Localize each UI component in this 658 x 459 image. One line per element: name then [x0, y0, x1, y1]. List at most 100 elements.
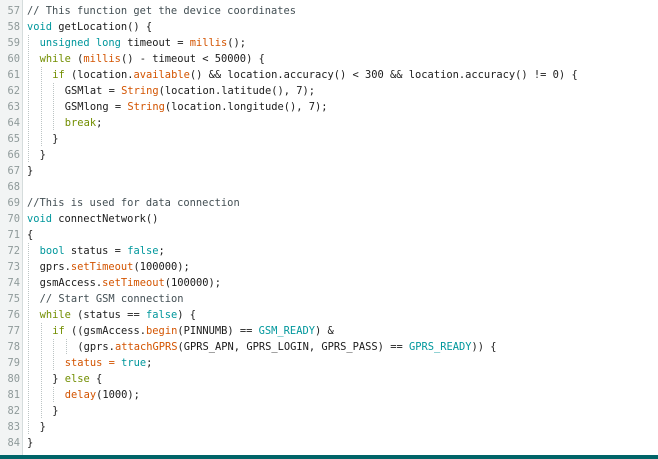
code-line[interactable]: 84} — [0, 435, 658, 451]
code-line[interactable]: 66} — [0, 147, 658, 163]
code-line[interactable]: 65} — [0, 131, 658, 147]
indent-guide — [40, 67, 42, 83]
code-line[interactable]: 78 (gprs.attachGPRS(GPRS_APN, GPRS_LOGIN,… — [0, 339, 658, 355]
code-text: } — [52, 131, 58, 147]
indent-guide — [28, 371, 29, 387]
code-line[interactable]: 82} — [0, 403, 658, 419]
line-number: 81 — [7, 389, 20, 401]
code-line[interactable]: 73 gprs.setTimeout(100000); — [0, 259, 658, 275]
code-line[interactable]: 67} — [0, 163, 658, 179]
code-text: gsmAccess.setTimeout(100000); — [40, 275, 221, 291]
code-text: } else { — [52, 371, 102, 387]
code-token: )) { — [471, 341, 497, 353]
code-token: break — [64, 117, 97, 129]
code-area[interactable]: 57 // This function get the device coordi… — [0, 3, 658, 451]
line-number: 61 — [7, 69, 20, 81]
indent-guide — [53, 115, 55, 131]
line-number: 75 — [7, 293, 20, 305]
code-line[interactable]: 81 delay(1000); — [0, 387, 658, 403]
indent-guide — [40, 115, 42, 131]
line-number: 80 — [7, 373, 20, 385]
code-token: } — [27, 437, 34, 449]
code-line[interactable]: 83} — [0, 419, 658, 435]
indent-guide — [53, 355, 55, 371]
code-line[interactable]: 64 break; — [0, 115, 658, 131]
code-line[interactable]: 74 gsmAccess.setTimeout(100000); — [0, 275, 658, 291]
code-line[interactable]: 77 if ((gsmAccess.begin(PINNUMB) == GSM_R… — [0, 323, 658, 339]
code-token: attachGPRS — [114, 341, 178, 353]
code-text: } — [40, 147, 46, 163]
line-number: 60 — [7, 53, 20, 65]
code-text: void getLocation() { — [27, 19, 152, 35]
code-line[interactable]: 69 //This is used for data connection — [0, 195, 658, 211]
code-token: ; — [158, 245, 165, 257]
code-token: true — [121, 357, 147, 369]
code-line[interactable]: 70 void connectNetwork() — [0, 211, 658, 227]
code-token: { — [27, 229, 34, 241]
indent-guide — [40, 131, 42, 147]
indent-guide — [28, 275, 29, 291]
code-line[interactable]: 76 while (status == false) { — [0, 307, 658, 323]
code-line[interactable]: 60 while (millis() - timeout < 50000) { — [0, 51, 658, 67]
line-number: 69 — [7, 197, 20, 209]
line-number: 65 — [7, 133, 20, 145]
indent-guide — [28, 147, 29, 163]
code-token: (1000); — [96, 389, 140, 401]
code-line[interactable]: 63 GSMlong = String(location.longitude(),… — [0, 99, 658, 115]
code-token: { — [95, 373, 103, 385]
indent-guide — [28, 131, 29, 147]
line-number: 84 — [7, 437, 20, 449]
line-number: 77 — [7, 325, 20, 337]
indent-guide — [40, 323, 42, 339]
code-line[interactable]: 80 } else { — [0, 371, 658, 387]
code-text: (gprs.attachGPRS(GPRS_APN, GPRS_LOGIN, G… — [77, 339, 496, 355]
code-text: status = true; — [65, 355, 153, 371]
code-token: status = — [64, 357, 122, 369]
code-token: false — [145, 309, 178, 321]
code-line[interactable]: 79 status = true; — [0, 355, 658, 371]
code-text: void connectNetwork() — [27, 211, 158, 227]
code-token: timeout = — [127, 37, 190, 49]
code-text: { — [27, 227, 33, 243]
code-token: millis — [189, 37, 228, 49]
line-number: 82 — [7, 405, 20, 417]
line-number: 79 — [7, 357, 20, 369]
code-line[interactable]: 68 — [0, 179, 658, 195]
code-token: } — [52, 373, 65, 385]
code-text: } — [52, 403, 58, 419]
code-line[interactable]: 61 if (location.available() && location.a… — [0, 67, 658, 83]
line-number: 64 — [7, 117, 20, 129]
code-token: if — [52, 325, 71, 337]
code-token: (status == — [77, 309, 146, 321]
code-line[interactable]: 58 void getLocation() { — [0, 19, 658, 35]
code-token: available — [133, 69, 190, 81]
code-editor[interactable]: 57 // This function get the device coordi… — [0, 0, 658, 459]
code-token: //This is used for data connection — [27, 197, 240, 209]
code-line[interactable]: 72 bool status = false; — [0, 243, 658, 259]
indent-guide — [28, 339, 29, 355]
line-number: 78 — [7, 341, 20, 353]
code-token: while — [39, 53, 78, 65]
indent-guide — [28, 403, 29, 419]
code-line[interactable]: 62 GSMlat = String(location.latitude(), 7… — [0, 83, 658, 99]
code-line[interactable]: 75 // Start GSM connection — [0, 291, 658, 307]
code-token: setTimeout — [102, 277, 165, 289]
code-line[interactable]: 59 unsigned long timeout = millis(); — [0, 35, 658, 51]
indent-guide — [28, 291, 29, 307]
code-token: } — [39, 421, 46, 433]
line-number: 57 — [7, 5, 20, 17]
code-token: gsmAccess. — [39, 277, 103, 289]
code-line[interactable]: 71 { — [0, 227, 658, 243]
code-text: if (location.available() && location.acc… — [52, 67, 578, 83]
indent-guide — [40, 83, 42, 99]
editor-status-bar — [0, 455, 658, 459]
code-token: GSMlat = — [64, 85, 122, 97]
indent-guide — [53, 387, 55, 403]
code-text: GSMlong = String(location.longitude(), 7… — [65, 99, 328, 115]
code-line[interactable]: 57 // This function get the device coordi… — [0, 3, 658, 19]
code-text: } — [27, 163, 33, 179]
code-token: (100000); — [164, 277, 222, 289]
code-token: GPRS_READY — [408, 341, 472, 353]
code-token: while — [39, 309, 78, 321]
code-token: GSMlong = — [64, 101, 128, 113]
